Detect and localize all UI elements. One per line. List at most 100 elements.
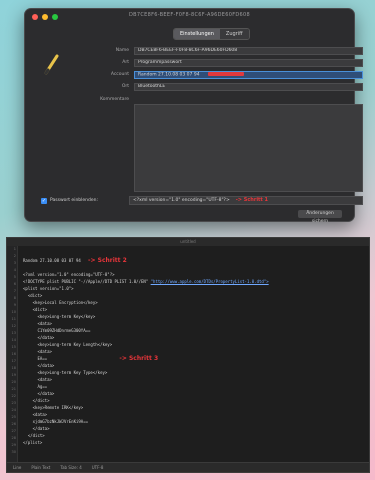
line-number: 13 bbox=[11, 331, 16, 335]
code-line: C1Ym09ZHdDnrmeG300YA== bbox=[23, 328, 91, 333]
password-value: <?xml version="1.0" encoding="UTF-8"?> bbox=[133, 198, 230, 203]
code-line: <dict> bbox=[23, 293, 43, 298]
code-line: <data> bbox=[23, 349, 52, 354]
code-line: </dict> bbox=[23, 398, 50, 403]
redaction-mark bbox=[207, 72, 244, 76]
window-title: DB7CE8F6-BEEF-F0F8-8C6F-A96DE60FD608 bbox=[129, 12, 250, 18]
field-row-art: Art Programmpasswort bbox=[79, 59, 363, 68]
account-label: Account bbox=[110, 72, 129, 77]
line-number: 8 bbox=[13, 296, 16, 300]
code-line: <key>Long-term Key Type</key> bbox=[23, 370, 108, 375]
field-row-name: Name DB7CE8F6-BEEF-F0F8-8C6F-A96DE60FD60… bbox=[79, 47, 363, 56]
name-label: Name bbox=[115, 48, 129, 53]
code-line: </data> bbox=[23, 391, 55, 396]
field-row-kommentare: Kommentare bbox=[79, 96, 134, 105]
line-number: 18 bbox=[11, 366, 16, 370]
pencil-icon bbox=[44, 54, 59, 75]
line-number: 15 bbox=[11, 345, 16, 349]
code-line: </data> bbox=[23, 335, 55, 340]
line-number: 29 bbox=[11, 443, 16, 447]
line-number: 7 bbox=[13, 289, 16, 293]
code-line: <!DOCTYPE plist PUBLIC "-//Apple//DTD PL… bbox=[23, 278, 365, 285]
line-number: 21 bbox=[11, 387, 16, 391]
code-line: <key>Local Encryption</key> bbox=[23, 300, 98, 305]
annotation-step-1: -> Schritt 1 bbox=[235, 197, 269, 203]
line-number: 22 bbox=[11, 394, 16, 398]
show-password-checkbox[interactable]: ✓ bbox=[41, 198, 47, 204]
line-number: 14 bbox=[11, 338, 16, 342]
tab-zugriff[interactable]: Zugriff bbox=[219, 29, 249, 39]
line-number: 20 bbox=[11, 380, 16, 384]
line-number: 4 bbox=[13, 268, 16, 272]
line-number: 12 bbox=[11, 324, 16, 328]
field-row-ort: Ort BluetoothLE bbox=[79, 83, 363, 92]
editor-titlebar: untitled bbox=[7, 238, 369, 246]
status-line: Line bbox=[13, 465, 22, 470]
annotation-step-3: -> Schritt 3 bbox=[119, 355, 159, 362]
line-number: 24 bbox=[11, 408, 16, 412]
code-line: <dict> bbox=[23, 307, 48, 312]
line-number: 26 bbox=[11, 422, 16, 426]
show-password-label: Passwort einblenden: bbox=[50, 198, 99, 203]
code-line: <key>Long-term Key</key> bbox=[23, 314, 96, 319]
code-text: Random 27.10.08 03 07 94 bbox=[23, 258, 81, 263]
code-text: <!DOCTYPE plist PUBLIC "-//Apple//DTD PL… bbox=[23, 279, 151, 284]
field-row-account: Account Random 27.10.08 03 07 94 bbox=[79, 71, 363, 80]
code-line: </data> bbox=[23, 426, 50, 431]
status-syntax[interactable]: Plain Text bbox=[31, 463, 50, 472]
code-area[interactable]: Random 27.10.08 03 07 94 -> Schritt 2 <?… bbox=[23, 257, 365, 462]
titlebar: DB7CE8F6-BEEF-F0F8-8C6F-A96DE60FD608 bbox=[25, 9, 354, 25]
kommentare-textarea[interactable] bbox=[134, 104, 363, 192]
save-changes-button[interactable]: Änderungen sichern bbox=[298, 210, 342, 224]
code-line: </data> bbox=[23, 363, 55, 368]
ort-label: Ort bbox=[121, 84, 129, 89]
code-line: EA== -> Schritt 3 bbox=[23, 355, 365, 362]
code-line: <?xml version="1.0" encoding="UTF-8"?> bbox=[23, 272, 115, 277]
password-field[interactable]: <?xml version="1.0" encoding="UTF-8"?> ->… bbox=[129, 196, 363, 205]
keychain-item-window: DB7CE8F6-BEEF-F0F8-8C6F-A96DE60FD608 Ein… bbox=[24, 8, 363, 224]
line-number: 16 bbox=[11, 352, 16, 356]
line-number: 17 bbox=[11, 359, 16, 363]
code-line: <key>Remote IRK</key> bbox=[23, 405, 84, 410]
line-number-gutter: 1 2 3 4 5 6 7 8 9 10 11 12 13 14 15 16 17 18 19 20 21 22 23 24 2… bbox=[7, 246, 18, 462]
line-number: 1 bbox=[13, 247, 16, 251]
line-number: 3 bbox=[13, 261, 16, 265]
status-encoding[interactable]: UTF-8 bbox=[92, 463, 104, 472]
line-number: 5 bbox=[13, 275, 16, 279]
line-number: 19 bbox=[11, 373, 16, 377]
art-label: Art bbox=[122, 60, 129, 65]
ort-field[interactable]: BluetoothLE bbox=[134, 83, 363, 91]
show-password-row: ✓ Passwort einblenden: <?xml version="1.… bbox=[41, 196, 363, 206]
tab-control: Einstellungen Zugriff bbox=[173, 28, 250, 40]
code-line: xjdmG7bzNkJWJVrEnKi9A== bbox=[23, 419, 89, 424]
code-line: <key>Long-term Key Length</key> bbox=[23, 342, 113, 347]
text-editor-window: untitled 1 2 3 4 5 6 7 8 9 10 11 12 13 14 15 16 17 18 19 20… bbox=[6, 237, 370, 473]
line-number: 30 bbox=[11, 450, 16, 454]
line-number: 9 bbox=[13, 303, 16, 307]
art-field[interactable]: Programmpasswort bbox=[134, 59, 363, 67]
account-value: Random 27.10.08 03 07 94 bbox=[138, 72, 200, 78]
account-field[interactable]: Random 27.10.08 03 07 94 bbox=[134, 71, 363, 79]
line-number: 6 bbox=[13, 282, 16, 286]
status-bar: Line Plain Text Tab Size: 4 UTF-8 bbox=[7, 462, 369, 472]
name-field[interactable]: DB7CE8F6-BEEF-F0F8-8C6F-A96DE60FD608 bbox=[134, 47, 363, 55]
line-number: 23 bbox=[11, 401, 16, 405]
line-number: 27 bbox=[11, 429, 16, 433]
line-number: 10 bbox=[11, 310, 16, 314]
annotation-step-2: -> Schritt 2 bbox=[88, 257, 127, 264]
line-number: 2 bbox=[13, 254, 16, 258]
status-tabsize[interactable]: Tab Size: 4 bbox=[60, 463, 81, 472]
code-line: <data> bbox=[23, 412, 48, 417]
line-number: 25 bbox=[11, 415, 16, 419]
code-line: </plist> bbox=[23, 440, 43, 445]
code-line: Ag== bbox=[23, 384, 48, 389]
editor-title: untitled bbox=[180, 239, 196, 244]
code-line: <data> bbox=[23, 321, 52, 326]
code-line: Random 27.10.08 03 07 94 -> Schritt 2 bbox=[23, 257, 365, 264]
code-line: <data> bbox=[23, 377, 52, 382]
kommentare-label: Kommentare bbox=[100, 97, 129, 102]
tab-einstellungen[interactable]: Einstellungen bbox=[174, 29, 220, 39]
line-number: 11 bbox=[11, 317, 16, 321]
doctype-link[interactable]: "http://www.apple.com/DTDs/PropertyList-… bbox=[151, 279, 269, 284]
